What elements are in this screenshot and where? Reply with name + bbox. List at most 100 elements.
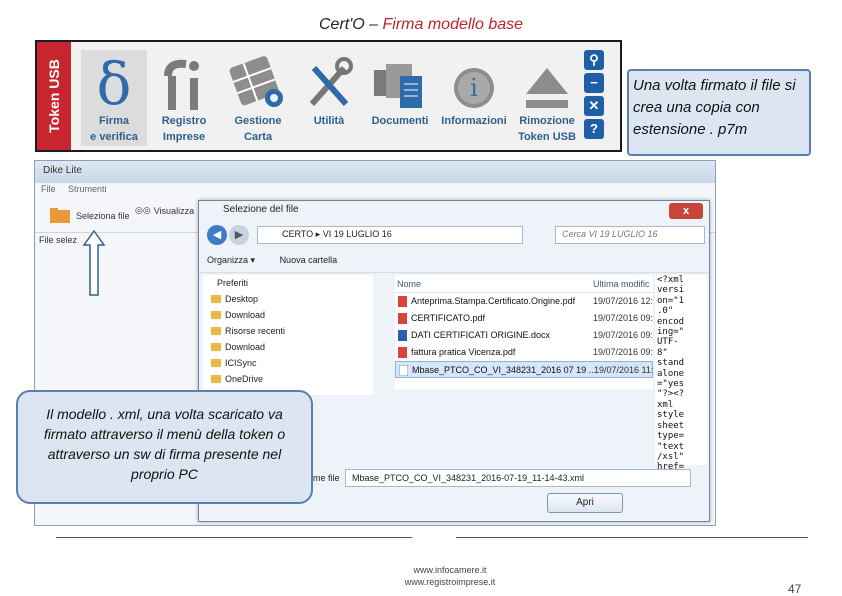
folder-icon bbox=[211, 375, 221, 383]
footer-rule-right bbox=[456, 537, 808, 538]
nav-item-preferiti[interactable]: Preferiti bbox=[203, 275, 373, 291]
preview-line: 8" bbox=[657, 347, 668, 358]
preview-line: stand bbox=[657, 358, 685, 369]
filename-input[interactable]: Mbase_PTCO_CO_VI_348231_2016-07-19_11-14… bbox=[345, 469, 691, 487]
preview-line: versi bbox=[657, 285, 685, 296]
help-icon[interactable]: ? bbox=[584, 119, 604, 139]
glasses-icon: ◎◎ bbox=[135, 205, 151, 215]
preview-line: sheet bbox=[657, 420, 685, 431]
preview-line: UTF- bbox=[657, 337, 679, 348]
tool-rimozione-token[interactable]: Rimozione Token USB bbox=[511, 50, 583, 146]
file-list-header: Nome Ultima modific bbox=[395, 275, 653, 293]
navigation-pane: Preferiti Desktop Download Risorse recen… bbox=[203, 275, 373, 395]
dialog-title: Selezione del file x bbox=[199, 201, 709, 221]
open-button[interactable]: Apri bbox=[547, 493, 623, 513]
folder-icon bbox=[211, 327, 221, 335]
view-button[interactable]: ◎◎ Visualizza bbox=[135, 205, 194, 216]
filename-label: me file bbox=[313, 473, 340, 483]
address-row: ◀ ▶ CERTO ▸ VI 19 LUGLIO 16 Cerca VI 19 … bbox=[199, 221, 709, 249]
preview-line: ="yes bbox=[657, 379, 685, 390]
file-row[interactable]: CERTIFICATO.pdf 19/07/2016 09: bbox=[395, 310, 653, 327]
file-row[interactable]: Anteprima.Stampa.Certificato.Origine.pdf… bbox=[395, 293, 653, 310]
menu-strumenti[interactable]: Strumenti bbox=[68, 184, 107, 194]
svg-text:i: i bbox=[470, 74, 478, 102]
footer-rule-left bbox=[56, 537, 412, 538]
organize-button[interactable]: Organizza ▾ bbox=[207, 255, 255, 265]
dialog-command-bar: Organizza ▾ Nuova cartella bbox=[199, 249, 709, 273]
nav-item-desktop[interactable]: Desktop bbox=[203, 291, 373, 307]
dialog-close-button[interactable]: x bbox=[669, 203, 703, 219]
nav-item-download-2[interactable]: Download bbox=[203, 339, 373, 355]
footer-links: www.infocamere.it www.registroimprese.it bbox=[360, 564, 540, 588]
dike-menu-bar: File Strumenti bbox=[35, 183, 715, 197]
tool-documenti[interactable]: Documenti bbox=[367, 50, 433, 146]
file-list: Nome Ultima modific Anteprima.Stampa.Cer… bbox=[395, 275, 653, 389]
xml-file-icon bbox=[399, 365, 408, 376]
tools-icon bbox=[299, 50, 359, 112]
info-icon: i bbox=[437, 50, 511, 112]
preview-line: on="1 bbox=[657, 295, 685, 306]
column-name[interactable]: Nome bbox=[397, 279, 421, 289]
file-row[interactable]: fattura pratica Vicenza.pdf 19/07/2016 0… bbox=[395, 344, 653, 361]
preview-line: "?><? bbox=[657, 389, 685, 400]
back-arrow-icon[interactable]: ◀ bbox=[207, 225, 227, 245]
new-folder-button[interactable]: Nuova cartella bbox=[280, 255, 338, 265]
callout-p7m-note: Una volta firmato il file si crea una co… bbox=[627, 69, 811, 156]
title-prefix: Cert'O bbox=[318, 16, 365, 33]
nav-item-risorse-recenti[interactable]: Risorse recenti bbox=[203, 323, 373, 339]
svg-text:δ: δ bbox=[97, 52, 132, 112]
preview-line: ing=" bbox=[657, 327, 685, 338]
file-row[interactable]: DATI CERTIFICATI ORIGINE.docx 19/07/2016… bbox=[395, 327, 653, 344]
tool-informazioni[interactable]: i Informazioni bbox=[437, 50, 511, 146]
page-number: 47 bbox=[788, 582, 802, 596]
tool-gestione-carta[interactable]: Gestione Carta bbox=[223, 50, 293, 146]
preview-line: /xsl" bbox=[657, 451, 685, 462]
delta-icon: δ bbox=[81, 50, 147, 112]
address-bar[interactable]: CERTO ▸ VI 19 LUGLIO 16 bbox=[257, 226, 523, 244]
tool-firma-verifica[interactable]: δ Firma e verifica bbox=[81, 50, 147, 146]
preview-line: <?xml bbox=[657, 275, 685, 285]
preview-line: xml bbox=[657, 399, 674, 410]
minimize-icon[interactable]: − bbox=[584, 73, 604, 93]
file-row-selected[interactable]: Mbase_PTCO_CO_VI_348231_2016 07 19 ... 1… bbox=[395, 361, 653, 378]
nav-item-onedrive[interactable]: OneDrive bbox=[203, 371, 373, 387]
search-input[interactable]: Cerca VI 19 LUGLIO 16 bbox=[555, 226, 705, 244]
ri-logo-icon bbox=[151, 50, 217, 112]
preview-line: "text bbox=[657, 441, 685, 452]
token-side-buttons: ⚲ − ✕ ? bbox=[584, 50, 604, 142]
folder-icon bbox=[211, 343, 221, 351]
select-file-button[interactable]: Seleziona file bbox=[49, 205, 130, 227]
title-dash: – bbox=[364, 16, 383, 33]
column-date[interactable]: Ultima modific bbox=[593, 279, 650, 289]
tool-utilita[interactable]: Utilità bbox=[299, 50, 359, 146]
nav-item-icisync[interactable]: ICISync bbox=[203, 355, 373, 371]
footer-link-registroimprese[interactable]: www.registroimprese.it bbox=[360, 576, 540, 588]
eject-icon bbox=[511, 50, 583, 112]
close-icon[interactable]: ✕ bbox=[584, 96, 604, 116]
nav-item-download[interactable]: Download bbox=[203, 307, 373, 323]
forward-arrow-icon[interactable]: ▶ bbox=[229, 225, 249, 245]
preview-line: style bbox=[657, 410, 685, 421]
title-rest: Firma modello base bbox=[382, 16, 524, 33]
pdf-file-icon bbox=[398, 296, 407, 307]
smartcard-gear-icon bbox=[223, 50, 293, 112]
folder-icon bbox=[211, 359, 221, 367]
pdf-file-icon bbox=[398, 313, 407, 324]
pin-icon[interactable]: ⚲ bbox=[584, 50, 604, 70]
folder-icon bbox=[211, 295, 221, 303]
token-usb-toolbar: Token USB δ Firma e verifica Registro Im… bbox=[35, 40, 622, 152]
footer-link-infocamere[interactable]: www.infocamere.it bbox=[360, 564, 540, 576]
preview-line: type= bbox=[657, 431, 685, 442]
callout-xml-note: Il modello . xml, una volta scaricato va… bbox=[16, 390, 313, 504]
pdf-file-icon bbox=[398, 347, 407, 358]
dike-file-selected-label: File selez bbox=[39, 235, 78, 245]
folder-icon bbox=[211, 311, 221, 319]
dike-window-title: Dike Lite bbox=[35, 161, 715, 183]
folder-open-icon bbox=[49, 205, 73, 227]
documents-icon bbox=[367, 50, 433, 112]
tool-registro-imprese[interactable]: Registro Imprese bbox=[151, 50, 217, 146]
menu-file[interactable]: File bbox=[41, 184, 56, 194]
preview-line: encod bbox=[657, 316, 685, 327]
slide-title: Cert'O – Firma modello base bbox=[0, 16, 842, 34]
preview-line: alone bbox=[657, 368, 685, 379]
